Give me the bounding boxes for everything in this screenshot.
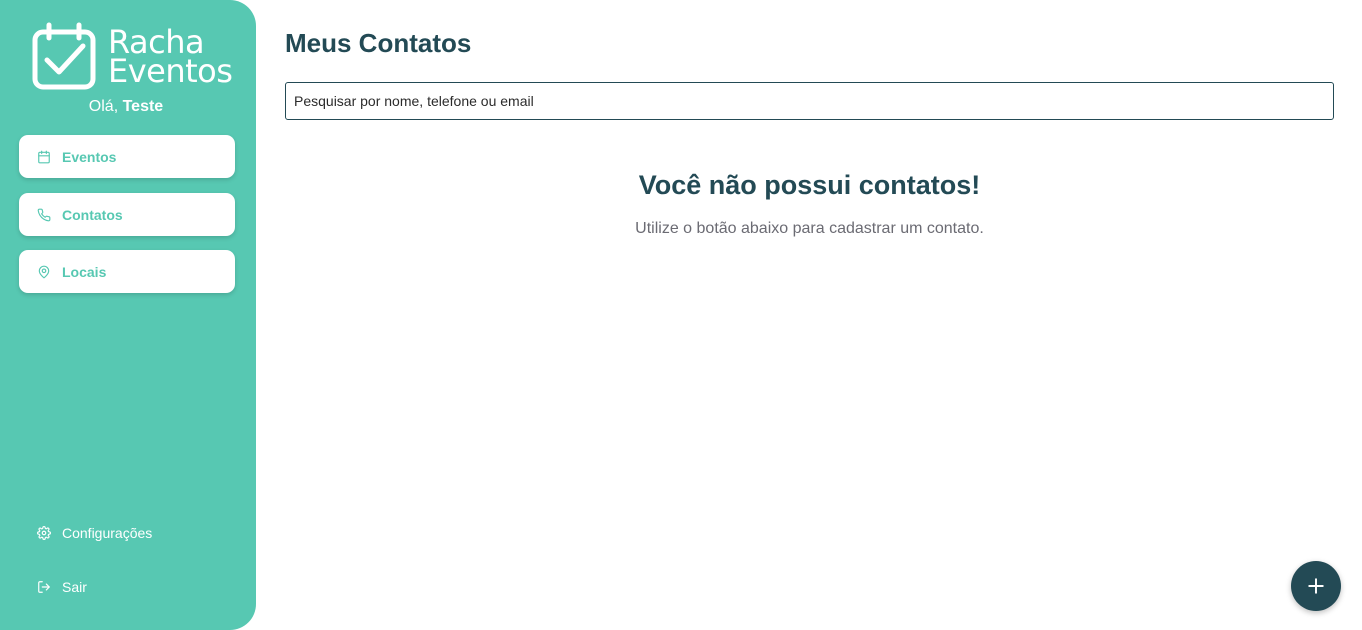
map-pin-icon bbox=[38, 265, 50, 278]
sidebar-item-locais[interactable]: Locais bbox=[19, 250, 235, 293]
app-root: Racha Eventos Olá, Teste Eventos Contato… bbox=[0, 0, 1362, 630]
sidebar-item-label: Eventos bbox=[62, 148, 117, 165]
plus-icon bbox=[1308, 578, 1324, 594]
sidebar-item-label: Configurações bbox=[62, 525, 153, 541]
sidebar-item-eventos[interactable]: Eventos bbox=[19, 135, 235, 178]
calendar-check-icon bbox=[32, 22, 96, 90]
sidebar-item-label: Locais bbox=[62, 263, 107, 280]
greeting-prefix: Olá, bbox=[88, 98, 119, 115]
sidebar: Racha Eventos Olá, Teste Eventos Contato… bbox=[0, 0, 256, 630]
logout-icon bbox=[38, 581, 50, 593]
brand-logo[interactable]: Racha Eventos bbox=[32, 22, 233, 92]
brand-line-2: Eventos bbox=[108, 52, 233, 90]
sidebar-item-configuracoes[interactable]: Configurações bbox=[37, 525, 152, 541]
page-title: Meus Contatos bbox=[285, 28, 472, 58]
phone-icon bbox=[37, 208, 51, 221]
greeting-user: Teste bbox=[122, 98, 164, 115]
brand-name: Racha Eventos bbox=[108, 26, 233, 90]
calendar-icon bbox=[38, 150, 50, 163]
empty-state-title: Você não possui contatos! bbox=[638, 170, 981, 200]
search-input[interactable] bbox=[285, 82, 1334, 120]
sidebar-item-label: Sair bbox=[62, 579, 87, 595]
greeting: Olá, Teste bbox=[0, 98, 252, 116]
sidebar-item-label: Contatos bbox=[62, 206, 123, 223]
sidebar-item-contatos[interactable]: Contatos bbox=[19, 193, 235, 236]
empty-state-subtitle: Utilize o botão abaixo para cadastrar um… bbox=[635, 220, 984, 237]
add-contact-button[interactable] bbox=[1291, 561, 1341, 611]
sidebar-item-sair[interactable]: Sair bbox=[37, 579, 87, 595]
gear-icon bbox=[37, 526, 51, 540]
